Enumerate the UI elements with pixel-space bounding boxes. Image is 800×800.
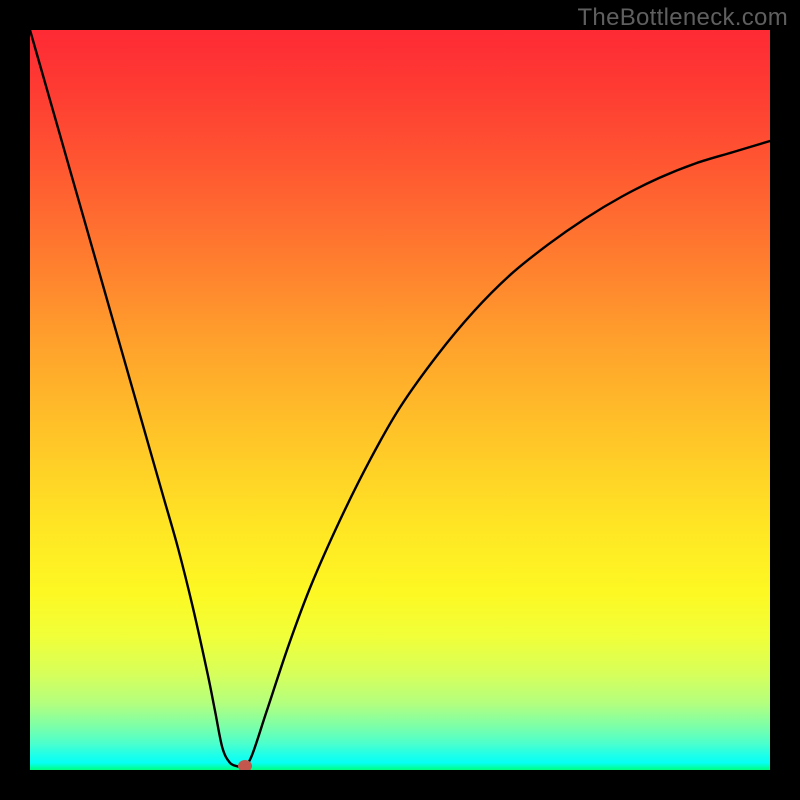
chart-frame: TheBottleneck.com — [0, 0, 800, 800]
bottleneck-curve — [30, 30, 770, 767]
plot-area — [30, 30, 770, 770]
watermark-text: TheBottleneck.com — [577, 4, 788, 32]
curve-svg — [30, 30, 770, 770]
minimum-marker — [238, 760, 252, 770]
